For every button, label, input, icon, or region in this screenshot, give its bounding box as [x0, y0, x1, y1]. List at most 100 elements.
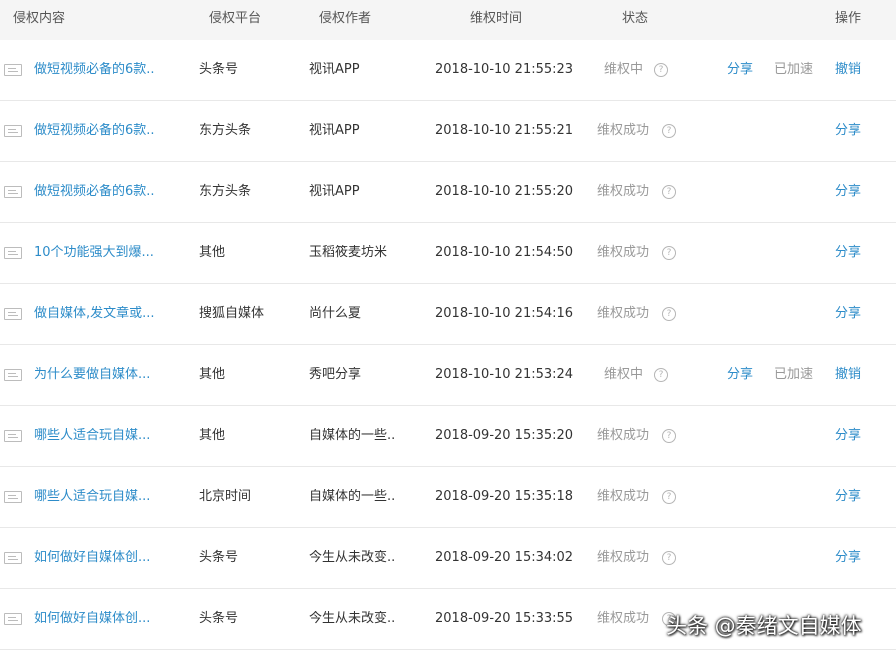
- help-icon[interactable]: ?: [654, 63, 668, 77]
- help-icon[interactable]: ?: [662, 490, 676, 504]
- accelerated-label: 已加速: [774, 62, 814, 77]
- share-link[interactable]: 分享: [835, 245, 861, 261]
- platform-cell: 其他: [199, 245, 226, 260]
- share-link[interactable]: 分享: [835, 306, 861, 322]
- platform-cell: 头条号: [199, 62, 239, 77]
- share-link[interactable]: 分享: [835, 184, 861, 200]
- platform-cell: 头条号: [199, 611, 239, 626]
- content-title-link[interactable]: 如何做好自媒体创...: [34, 611, 150, 627]
- share-link[interactable]: 分享: [835, 489, 861, 505]
- platform-cell: 搜狐自媒体: [199, 306, 265, 321]
- share-link[interactable]: 分享: [727, 367, 753, 383]
- status-text: 维权成功: [597, 123, 650, 138]
- document-icon: [4, 552, 22, 564]
- table-body: 做短视频必备的6款.. 头条号 视讯APP 2018-10-10 21:55:2…: [0, 40, 896, 650]
- document-icon: [4, 308, 22, 320]
- table-row: 做短视频必备的6款.. 东方头条 视讯APP 2018-10-10 21:55:…: [0, 101, 896, 162]
- time-cell: 2018-09-20 15:34:02: [435, 550, 574, 565]
- platform-cell: 其他: [199, 428, 226, 443]
- time-cell: 2018-09-20 15:35:20: [435, 428, 574, 443]
- platform-cell: 东方头条: [199, 184, 252, 199]
- content-title-link[interactable]: 做短视频必备的6款..: [34, 184, 155, 200]
- status-text: 维权中: [604, 367, 644, 382]
- time-cell: 2018-10-10 21:55:20: [435, 184, 574, 199]
- watermark-text: 头条 @秦绪文自媒体: [666, 614, 862, 638]
- status-text: 维权成功: [597, 489, 650, 504]
- author-cell: 尚什么夏: [309, 306, 362, 321]
- document-icon: [4, 247, 22, 259]
- platform-cell: 其他: [199, 367, 226, 382]
- document-icon: [4, 186, 22, 198]
- help-icon[interactable]: ?: [654, 368, 668, 382]
- author-cell: 玉稻筱麦坊米: [309, 245, 388, 260]
- content-title-link[interactable]: 做自媒体,发文章或...: [34, 306, 155, 322]
- status-text: 维权成功: [597, 550, 650, 565]
- document-icon: [4, 125, 22, 137]
- share-link[interactable]: 分享: [727, 62, 753, 78]
- document-icon: [4, 491, 22, 503]
- header-content: 侵权内容: [13, 11, 66, 26]
- author-cell: 视讯APP: [309, 62, 360, 77]
- accelerated-label: 已加速: [774, 367, 814, 382]
- author-cell: 视讯APP: [309, 184, 360, 199]
- time-cell: 2018-09-20 15:33:55: [435, 611, 574, 626]
- content-title-link[interactable]: 为什么要做自媒体...: [34, 367, 150, 383]
- help-icon[interactable]: ?: [662, 551, 676, 565]
- table-row: 哪些人适合玩自媒... 其他 自媒体的一些.. 2018-09-20 15:35…: [0, 406, 896, 467]
- time-cell: 2018-10-10 21:53:24: [435, 367, 574, 382]
- content-title-link[interactable]: 做短视频必备的6款..: [34, 123, 155, 139]
- status-text: 维权中: [604, 62, 644, 77]
- author-cell: 视讯APP: [309, 123, 360, 138]
- time-cell: 2018-10-10 21:55:21: [435, 123, 574, 138]
- header-status: 状态: [622, 11, 649, 26]
- author-cell: 今生从未改变..: [309, 611, 396, 626]
- author-cell: 自媒体的一些..: [309, 428, 396, 443]
- time-cell: 2018-10-10 21:55:23: [435, 62, 574, 77]
- table-row: 做自媒体,发文章或... 搜狐自媒体 尚什么夏 2018-10-10 21:54…: [0, 284, 896, 345]
- document-icon: [4, 613, 22, 625]
- table-row: 哪些人适合玩自媒... 北京时间 自媒体的一些.. 2018-09-20 15:…: [0, 467, 896, 528]
- time-cell: 2018-10-10 21:54:50: [435, 245, 574, 260]
- platform-cell: 头条号: [199, 550, 239, 565]
- status-text: 维权成功: [597, 306, 650, 321]
- table-row: 做短视频必备的6款.. 头条号 视讯APP 2018-10-10 21:55:2…: [0, 40, 896, 101]
- document-icon: [4, 430, 22, 442]
- share-link[interactable]: 分享: [835, 428, 861, 444]
- table-row: 10个功能强大到爆... 其他 玉稻筱麦坊米 2018-10-10 21:54:…: [0, 223, 896, 284]
- content-title-link[interactable]: 做短视频必备的6款..: [34, 62, 155, 78]
- status-text: 维权成功: [597, 428, 650, 443]
- status-text: 维权成功: [597, 245, 650, 260]
- help-icon[interactable]: ?: [662, 307, 676, 321]
- status-text: 维权成功: [597, 611, 650, 626]
- time-cell: 2018-10-10 21:54:16: [435, 306, 574, 321]
- revoke-link[interactable]: 撤销: [835, 62, 861, 78]
- help-icon[interactable]: ?: [662, 185, 676, 199]
- header-time: 维权时间: [470, 11, 523, 26]
- document-icon: [4, 369, 22, 381]
- author-cell: 今生从未改变..: [309, 550, 396, 565]
- time-cell: 2018-09-20 15:35:18: [435, 489, 574, 504]
- document-icon: [4, 64, 22, 76]
- share-link[interactable]: 分享: [835, 550, 861, 566]
- table-row: 为什么要做自媒体... 其他 秀吧分享 2018-10-10 21:53:24 …: [0, 345, 896, 406]
- content-title-link[interactable]: 10个功能强大到爆...: [34, 245, 154, 261]
- table-row: 如何做好自媒体创... 头条号 今生从未改变.. 2018-09-20 15:3…: [0, 528, 896, 589]
- platform-cell: 东方头条: [199, 123, 252, 138]
- revoke-link[interactable]: 撤销: [835, 367, 861, 383]
- author-cell: 秀吧分享: [309, 367, 362, 382]
- header-author: 侵权作者: [319, 11, 372, 26]
- content-title-link[interactable]: 如何做好自媒体创...: [34, 550, 150, 566]
- help-icon[interactable]: ?: [662, 429, 676, 443]
- share-link[interactable]: 分享: [835, 123, 861, 139]
- help-icon[interactable]: ?: [662, 246, 676, 260]
- status-text: 维权成功: [597, 184, 650, 199]
- header-platform: 侵权平台: [209, 11, 262, 26]
- content-title-link[interactable]: 哪些人适合玩自媒...: [34, 428, 150, 444]
- table-row: 做短视频必备的6款.. 东方头条 视讯APP 2018-10-10 21:55:…: [0, 162, 896, 223]
- author-cell: 自媒体的一些..: [309, 489, 396, 504]
- header-action: 操作: [835, 11, 862, 26]
- platform-cell: 北京时间: [199, 489, 252, 504]
- content-title-link[interactable]: 哪些人适合玩自媒...: [34, 489, 150, 505]
- help-icon[interactable]: ?: [662, 124, 676, 138]
- table-header: 侵权内容 侵权平台 侵权作者 维权时间 状态 操作: [0, 0, 896, 40]
